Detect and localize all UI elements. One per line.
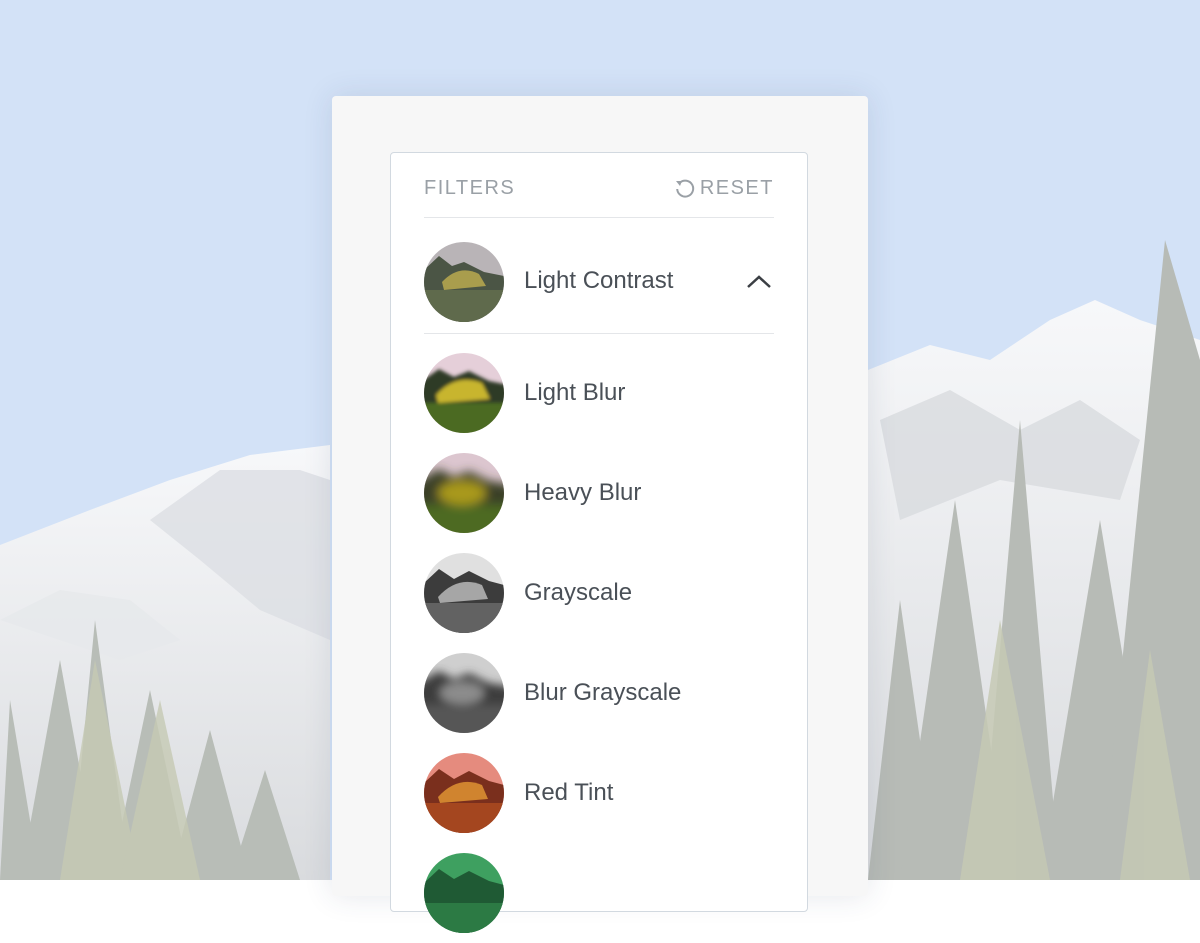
- filter-option-blur-grayscale[interactable]: Blur Grayscale: [424, 643, 774, 743]
- selected-filter[interactable]: Light Contrast: [424, 217, 774, 334]
- filter-option-label: Grayscale: [524, 579, 633, 606]
- reset-label: RESET: [699, 176, 774, 199]
- light-blur-thumbnail: [424, 353, 504, 433]
- selected-filter-label: Light Contrast: [524, 267, 674, 294]
- blur-grayscale-thumbnail: [424, 653, 504, 733]
- red-tint-thumbnail: [424, 753, 504, 833]
- filter-option-label: Heavy Blur: [524, 479, 642, 506]
- filter-option-label: Light Blur: [524, 379, 626, 406]
- filters-title: FILTERS: [424, 177, 516, 199]
- filter-option-label: Blur Grayscale: [524, 679, 682, 706]
- green-tint-thumbnail: [424, 853, 504, 933]
- reset-button[interactable]: RESET: [674, 175, 774, 201]
- filter-option-label: Red Tint: [524, 779, 614, 806]
- filter-option-light-blur[interactable]: Light Blur: [424, 343, 774, 443]
- filter-option-grayscale[interactable]: Grayscale: [424, 543, 774, 643]
- heavy-blur-thumbnail: [424, 453, 504, 533]
- filters-panel: FILTERS RESET Light Contrast Light Blur …: [390, 152, 808, 933]
- filter-option-green-tint[interactable]: [424, 843, 774, 943]
- grayscale-thumbnail: [424, 553, 504, 633]
- reset-icon: [675, 179, 694, 198]
- filters-header: FILTERS RESET: [424, 153, 774, 218]
- filter-option-red-tint[interactable]: Red Tint: [424, 743, 774, 843]
- chevron-up-icon: [747, 275, 771, 288]
- filter-option-heavy-blur[interactable]: Heavy Blur: [424, 443, 774, 543]
- collapse-button[interactable]: [744, 269, 774, 295]
- light-contrast-thumbnail: [424, 242, 504, 322]
